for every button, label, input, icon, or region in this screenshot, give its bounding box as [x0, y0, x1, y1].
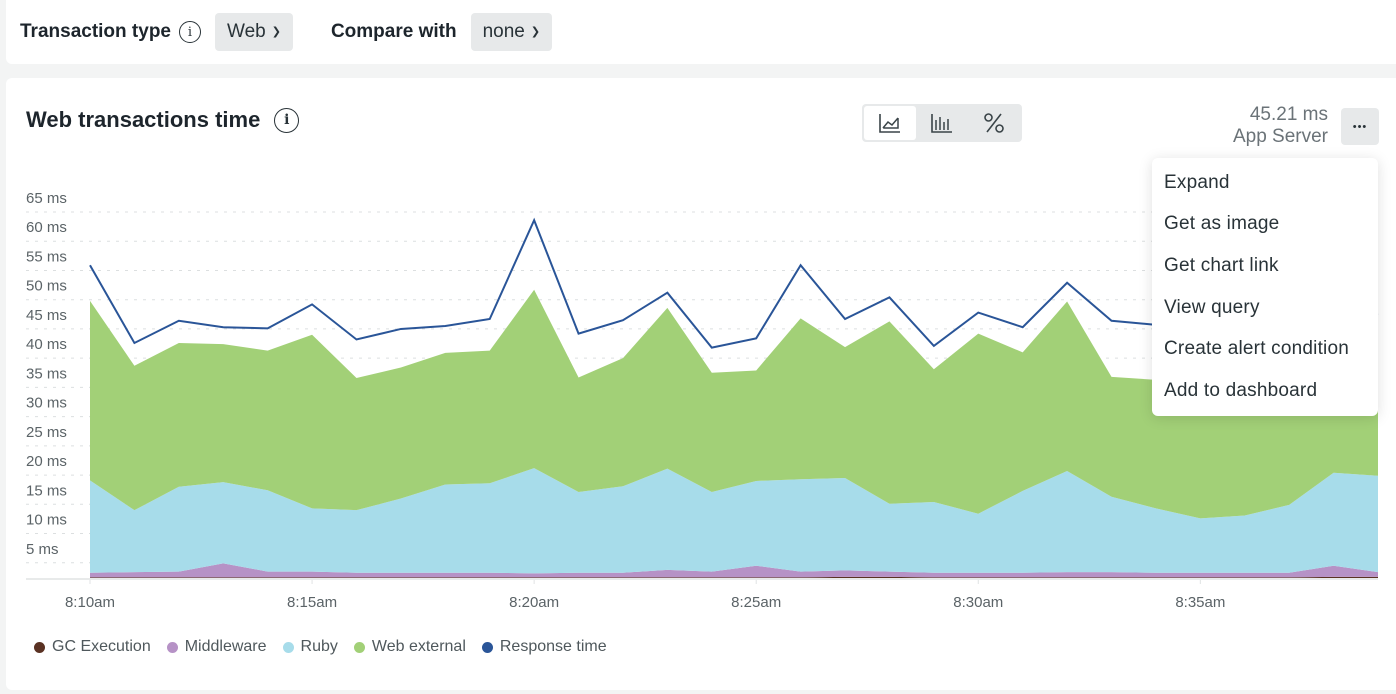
y-tick-label: 35 ms	[26, 365, 67, 382]
compare-with-label: Compare with	[330, 21, 457, 42]
legend-label: Web external	[371, 638, 466, 655]
compare-with-dropdown[interactable]: none ❯	[470, 13, 553, 51]
menu-item-create-alert-condition[interactable]: Create alert condition	[1152, 328, 1378, 370]
transaction-type-label: Transaction type	[20, 21, 171, 42]
legend-item-ruby[interactable]: Ruby	[282, 638, 338, 656]
legend-item-middleware[interactable]: Middleware	[166, 638, 267, 656]
y-tick-label: 15 ms	[26, 482, 67, 499]
transaction-type-value: Web	[227, 21, 266, 42]
legend-item-response-time[interactable]: Response time	[481, 638, 607, 656]
y-tick-label: 65 ms	[26, 190, 67, 207]
x-tick-label: 8:15am	[287, 594, 337, 611]
legend-item-gc-execution[interactable]: GC Execution	[34, 638, 151, 656]
y-tick-label: 45 ms	[26, 307, 67, 324]
x-tick-label: 8:25am	[731, 594, 781, 611]
menu-item-add-to-dashboard[interactable]: Add to dashboard	[1152, 370, 1378, 412]
legend-dot-icon	[353, 641, 365, 653]
chart-legend: GC Execution Middleware Ruby Web externa…	[34, 638, 623, 656]
legend-dot-icon	[282, 641, 294, 653]
filter-bar: Transaction type i Web ❯ Compare with no…	[6, 0, 1396, 64]
y-tick-label: 50 ms	[26, 278, 67, 295]
y-tick-label: 25 ms	[26, 424, 67, 441]
menu-item-get-as-image[interactable]: Get as image	[1152, 204, 1378, 246]
transaction-type-dropdown[interactable]: Web ❯	[215, 13, 293, 51]
legend-label: Ruby	[300, 638, 338, 655]
legend-label: GC Execution	[52, 638, 151, 655]
legend-dot-icon	[481, 641, 493, 653]
legend-label: Middleware	[184, 638, 267, 655]
x-tick-label: 8:35am	[1175, 594, 1225, 611]
chevron-down-icon: ❯	[530, 25, 541, 38]
y-tick-label: 20 ms	[26, 453, 67, 470]
chart-options-menu: Expand Get as image Get chart link View …	[1152, 158, 1378, 416]
x-tick-label: 8:20am	[509, 594, 559, 611]
menu-item-expand[interactable]: Expand	[1152, 162, 1378, 204]
y-tick-label: 30 ms	[26, 395, 67, 412]
legend-item-web-external[interactable]: Web external	[353, 638, 466, 656]
y-tick-label: 40 ms	[26, 336, 67, 353]
y-tick-label: 60 ms	[26, 219, 67, 236]
y-tick-label: 10 ms	[26, 512, 67, 529]
info-icon[interactable]: i	[179, 21, 201, 43]
x-tick-label: 8:10am	[65, 594, 115, 611]
chart-card: Web transactions time i 45.21 ms App Ser…	[6, 78, 1396, 690]
legend-dot-icon	[166, 641, 178, 653]
menu-item-get-chart-link[interactable]: Get chart link	[1152, 245, 1378, 287]
x-tick-label: 8:30am	[953, 594, 1003, 611]
legend-label: Response time	[499, 638, 607, 655]
y-tick-label: 55 ms	[26, 248, 67, 265]
y-tick-label: 5 ms	[26, 541, 59, 558]
legend-dot-icon	[34, 641, 45, 653]
menu-item-view-query[interactable]: View query	[1152, 287, 1378, 329]
chevron-down-icon: ❯	[271, 25, 281, 38]
compare-with-value: none	[482, 21, 525, 42]
